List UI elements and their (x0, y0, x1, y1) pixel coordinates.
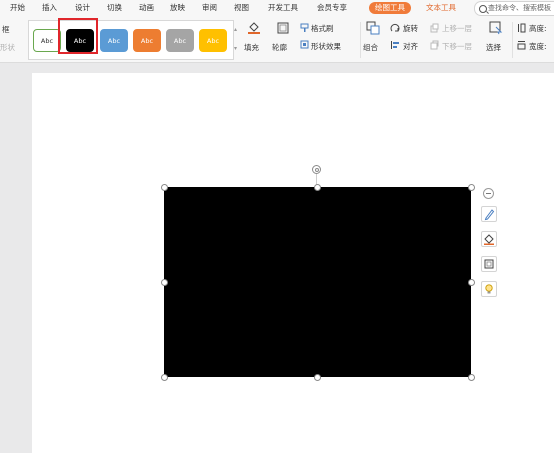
select-pane-icon[interactable] (489, 21, 503, 35)
ribbon: 框 形状 Abc Abc Abc Abc Abc Abc ▴ ▾ 填充 轮廓 格式… (0, 16, 554, 63)
rectangle-shape[interactable] (164, 187, 471, 377)
resize-handle-left[interactable] (161, 279, 168, 286)
style-swatch-blue[interactable]: Abc (100, 29, 128, 52)
outline-button-label[interactable]: 轮廓 (272, 42, 287, 53)
group-button-label[interactable]: 组合 (363, 42, 378, 53)
format-painter-label[interactable]: 格式刷 (311, 23, 334, 34)
shape-style-button[interactable] (481, 206, 497, 222)
bring-forward-icon[interactable] (430, 23, 439, 33)
rotate-handle[interactable] (312, 165, 321, 174)
fill-bucket-icon (484, 234, 494, 245)
tab-review[interactable]: 审阅 (202, 0, 217, 16)
resize-handle-bottom[interactable] (314, 374, 321, 381)
lightbulb-icon (485, 284, 493, 294)
style-swatch-gold[interactable]: Abc (199, 29, 227, 52)
rotate-button-label[interactable]: 旋转 (403, 23, 418, 34)
resize-handle-bottom-right[interactable] (468, 374, 475, 381)
resize-handle-top-right[interactable] (468, 184, 475, 191)
width-icon (517, 41, 526, 50)
fill-button-label[interactable]: 填充 (244, 42, 259, 53)
menu-bar: 开始 插入 设计 切换 动画 放映 审阅 视图 开发工具 会员专享 绘图工具 文… (0, 0, 554, 16)
rotate-icon[interactable] (390, 23, 400, 33)
gallery-scroll-icon[interactable]: ▴ ▾ (232, 20, 239, 58)
pen-icon (484, 209, 495, 221)
align-button-label[interactable]: 对齐 (403, 41, 418, 52)
tab-insert[interactable]: 插入 (42, 0, 57, 16)
shape-outline-button[interactable] (481, 256, 497, 272)
width-label: 宽度: (529, 42, 547, 51)
resize-handle-right[interactable] (468, 279, 475, 286)
outline-icon[interactable] (276, 21, 290, 35)
shape-fill-button[interactable] (481, 231, 497, 247)
ribbon-left-label-top[interactable]: 框 (2, 24, 10, 35)
ribbon-divider (360, 22, 361, 58)
send-backward-label[interactable]: 下移一层 (442, 41, 472, 52)
height-label: 高度: (529, 24, 547, 33)
height-icon (518, 23, 526, 33)
fill-bucket-icon[interactable] (247, 21, 261, 35)
tab-developer-tools[interactable]: 开发工具 (268, 0, 298, 16)
send-backward-icon[interactable] (430, 40, 439, 50)
shape-effects-icon[interactable] (300, 40, 309, 50)
tab-drawing-tools[interactable]: 绘图工具 (369, 2, 411, 14)
group-icon[interactable] (366, 21, 380, 35)
ribbon-left-label-bottom[interactable]: 形状 (0, 42, 15, 53)
style-swatch-gray[interactable]: Abc (166, 29, 194, 52)
select-button-label[interactable]: 选择 (486, 42, 501, 53)
align-icon[interactable] (390, 40, 400, 50)
shape-effects-label[interactable]: 形状效果 (311, 41, 341, 52)
tab-text-tools[interactable]: 文本工具 (420, 2, 462, 14)
tab-transitions[interactable]: 切换 (107, 0, 122, 16)
frame-icon (484, 259, 494, 269)
tab-view[interactable]: 视图 (234, 0, 249, 16)
collapse-toolbar-button[interactable] (483, 188, 494, 199)
ribbon-divider-2 (512, 22, 513, 58)
style-swatch-orange[interactable]: Abc (133, 29, 161, 52)
bring-forward-label[interactable]: 上移一层 (442, 23, 472, 34)
tab-design[interactable]: 设计 (75, 0, 90, 16)
shape-effects-button[interactable] (481, 281, 497, 297)
format-painter-icon[interactable] (300, 23, 309, 33)
tab-slideshow[interactable]: 放映 (170, 0, 185, 16)
style-swatch-outline[interactable]: Abc (33, 29, 61, 52)
tab-animations[interactable]: 动画 (139, 0, 154, 16)
search-icon (479, 5, 487, 13)
search-input[interactable]: 查找命令、搜索模板 (474, 1, 554, 16)
resize-handle-top-left[interactable] (161, 184, 168, 191)
search-placeholder: 查找命令、搜索模板 (488, 4, 551, 12)
selected-style-highlight (58, 18, 98, 54)
tab-home[interactable]: 开始 (10, 0, 25, 16)
resize-handle-top[interactable] (314, 184, 321, 191)
tab-member[interactable]: 会员专享 (317, 0, 347, 16)
resize-handle-bottom-left[interactable] (161, 374, 168, 381)
